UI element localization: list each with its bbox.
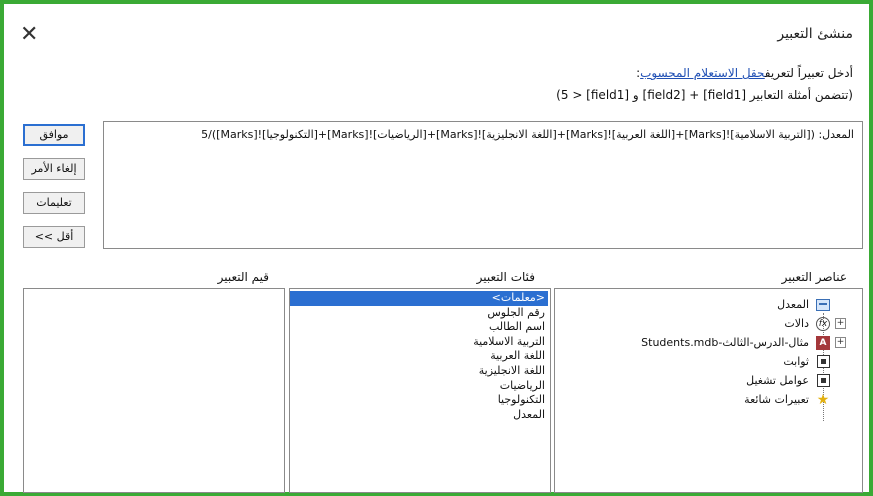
tree-item[interactable]: + A مثال-الدرس-الثالث-Students.mdb: [576, 333, 846, 352]
expression-categories-label: فئات التعبير: [476, 270, 535, 284]
expression-categories-pane[interactable]: <معلمات> رقم الجلوس اسم الطالب التربية الاس…: [289, 288, 551, 493]
star-icon: ★: [816, 391, 830, 408]
tree-item-label: عوامل تشغيل: [746, 374, 809, 387]
close-icon[interactable]: ✕: [20, 24, 38, 46]
expression-elements-pane[interactable]: المعدل + fx دالات + A مثال-الدرس-الثالث-Studen…: [554, 288, 863, 493]
expression-values-label: قيم التعبير: [217, 270, 269, 284]
category-item[interactable]: اللغة العربية: [290, 349, 548, 364]
examples-text: (تتضمن أمثلة التعابير [field1] + [field2…: [556, 88, 853, 102]
category-item[interactable]: <معلمات>: [290, 291, 548, 306]
help-button[interactable]: تعليمات: [23, 192, 85, 214]
expression-text[interactable]: المعدل: ([التربية الاسلامية]![Marks]+[ال…: [201, 128, 854, 141]
category-item[interactable]: المعدل: [290, 408, 548, 423]
category-item[interactable]: الرياضيات: [290, 379, 548, 394]
less-button[interactable]: << أقل: [23, 226, 85, 248]
tree-item-label: تعبيرات شائعة: [744, 393, 809, 406]
category-item[interactable]: اللغة الانجليزية: [290, 364, 548, 379]
tree-item[interactable]: عوامل تشغيل: [576, 371, 846, 390]
instruction-text: أدخل تعبيراً لتعريفحقل الاستعلام المحسوب…: [636, 66, 853, 80]
category-item[interactable]: رقم الجلوس: [290, 306, 548, 321]
expand-icon[interactable]: +: [835, 318, 846, 329]
tree-item[interactable]: المعدل: [576, 295, 846, 314]
form-icon: [815, 298, 831, 312]
folder-icon: [815, 355, 831, 369]
expression-builder-dialog: ✕ منشئ التعبير أدخل تعبيراً لتعريفحقل ال…: [8, 8, 865, 493]
function-icon: fx: [815, 316, 831, 331]
elements-tree[interactable]: المعدل + fx دالات + A مثال-الدرس-الثالث-Studen…: [576, 295, 846, 409]
folder-icon: [815, 374, 831, 388]
expression-input[interactable]: المعدل: ([التربية الاسلامية]![Marks]+[ال…: [103, 121, 863, 249]
dialog-title: منشئ التعبير: [777, 26, 853, 42]
database-icon: A: [815, 335, 831, 350]
tree-item-label: مثال-الدرس-الثالث-Students.mdb: [641, 336, 809, 349]
tree-item[interactable]: + fx دالات: [576, 314, 846, 333]
calculated-field-link[interactable]: حقل الاستعلام المحسوب: [640, 66, 765, 80]
ok-button[interactable]: موافق: [23, 124, 85, 146]
instruction-prefix: أدخل تعبيراً لتعريف: [764, 66, 853, 80]
tree-item-label: ثوابت: [783, 355, 809, 368]
cancel-button[interactable]: إلغاء الأمر: [23, 158, 85, 180]
tree-item-label: المعدل: [777, 298, 809, 311]
tree-item[interactable]: ثوابت: [576, 352, 846, 371]
tree-item-label: دالات: [784, 317, 809, 330]
expression-values-pane[interactable]: [23, 288, 285, 493]
categories-list[interactable]: <معلمات> رقم الجلوس اسم الطالب التربية الاس…: [290, 289, 550, 422]
expand-icon[interactable]: +: [835, 337, 846, 348]
category-item[interactable]: اسم الطالب: [290, 320, 548, 335]
category-item[interactable]: التكنولوجيا: [290, 393, 548, 408]
tree-item[interactable]: ★ تعبيرات شائعة: [576, 390, 846, 409]
expression-elements-label: عناصر التعبير: [781, 270, 847, 284]
dialog-frame: ✕ منشئ التعبير أدخل تعبيراً لتعريفحقل ال…: [0, 0, 873, 496]
category-item[interactable]: التربية الاسلامية: [290, 335, 548, 350]
